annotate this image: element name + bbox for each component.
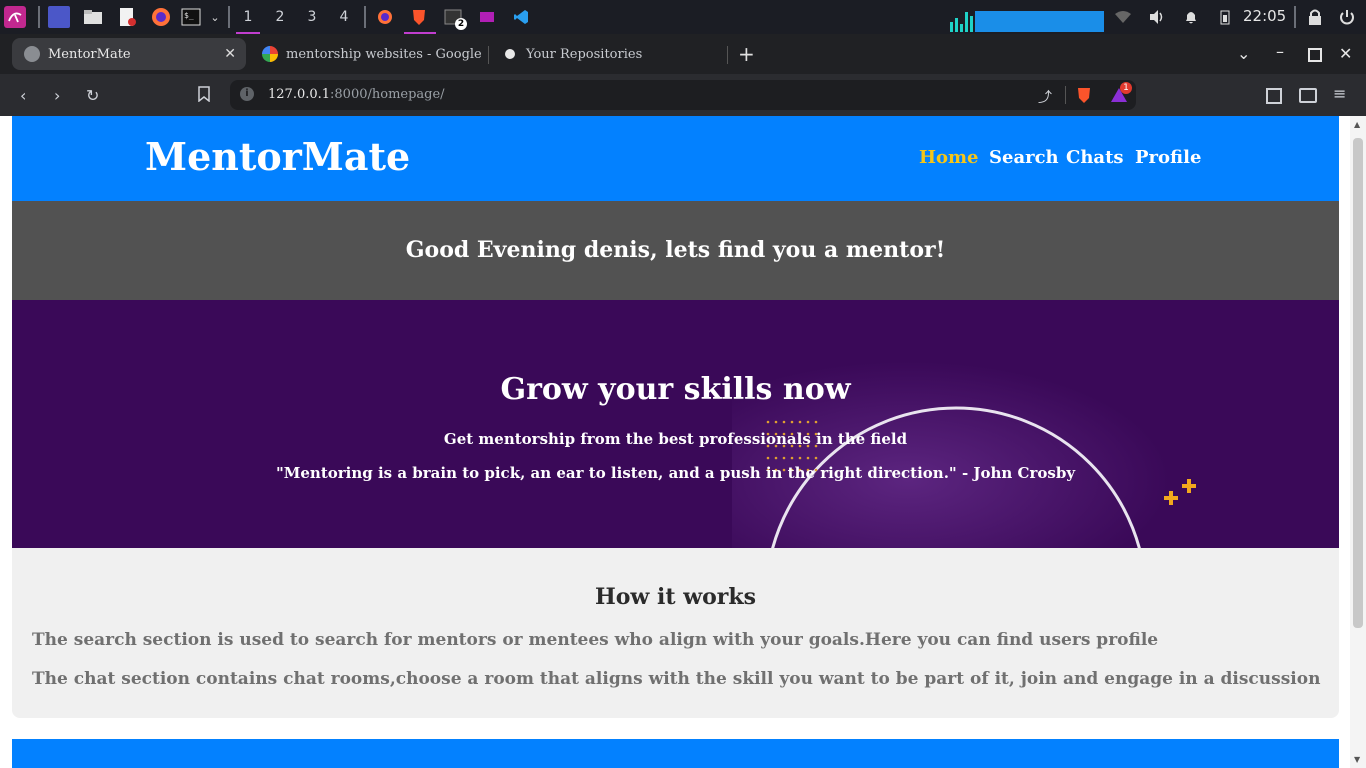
share-icon[interactable]: ⤴ <box>1038 87 1052 107</box>
tab-mentormate[interactable]: MentorMate ✕ <box>12 38 246 70</box>
taskbar-separator <box>38 6 40 28</box>
lock-icon[interactable] <box>1304 6 1326 28</box>
tab-title: Your Repositories <box>526 46 643 62</box>
rewards-count-badge: 1 <box>1120 82 1132 94</box>
os-taskbar: $_ ⌄ 1 2 3 4 2 22:05 <box>0 0 1366 34</box>
hero-section: Grow your skills now Get mentorship from… <box>12 300 1339 548</box>
workspace-1[interactable]: 1 <box>236 6 260 34</box>
bookmark-icon[interactable] <box>198 86 210 106</box>
firefox-icon[interactable] <box>150 6 172 28</box>
nav-chats[interactable]: Chats <box>1066 147 1124 168</box>
battery-icon <box>1214 6 1236 28</box>
tab-search-chevron-icon[interactable]: ⌄ <box>1237 44 1250 63</box>
folder-window-icon[interactable] <box>476 6 498 28</box>
firefox-window-icon[interactable] <box>374 6 396 28</box>
scroll-up-arrow-icon[interactable]: ▲ <box>1354 120 1360 129</box>
address-bar[interactable]: i 127.0.0.1:8000/homepage/ ⤴ 1 <box>230 80 1136 110</box>
github-icon <box>502 46 518 62</box>
scrollbar[interactable]: ▲ ▼ <box>1350 116 1366 768</box>
site-header: MentorMate Home Search Chats Profile <box>12 116 1339 201</box>
nav-profile[interactable]: Profile <box>1135 147 1201 168</box>
notification-bell-icon[interactable] <box>1180 6 1202 28</box>
wifi-icon[interactable] <box>1112 6 1134 28</box>
hero-decoration <box>766 406 1196 548</box>
wallet-icon[interactable] <box>1299 88 1317 103</box>
vscode-window-icon[interactable] <box>510 6 532 28</box>
how-it-works-title: How it works <box>594 584 757 610</box>
globe-icon <box>24 46 40 62</box>
tab-title: MentorMate <box>48 46 131 62</box>
next-section-strip <box>12 739 1339 768</box>
chevron-down-icon[interactable]: ⌄ <box>204 6 226 28</box>
svg-text:$_: $_ <box>184 11 194 20</box>
back-icon[interactable]: ‹ <box>20 86 26 105</box>
browser-toolbar: ‹ › ↻ i 127.0.0.1:8000/homepage/ ⤴ 1 ≡ <box>0 74 1366 116</box>
workspace-3[interactable]: 3 <box>300 6 324 28</box>
new-tab-plus-icon[interactable]: + <box>738 42 755 66</box>
sidebar-toggle-icon[interactable] <box>1266 88 1282 104</box>
minimize-icon[interactable]: – <box>1276 42 1284 61</box>
kali-menu-icon[interactable] <box>4 6 26 28</box>
tab-google-search[interactable]: mentorship websites - Google Se <box>250 38 482 70</box>
site-logo[interactable]: MentorMate <box>145 134 410 179</box>
brave-shields-icon[interactable] <box>1076 86 1092 108</box>
terminal-count-badge: 2 <box>455 18 467 30</box>
text-editor-icon[interactable] <box>116 6 138 28</box>
power-icon[interactable] <box>1336 6 1358 28</box>
browser-tab-strip: MentorMate ✕ mentorship websites - Googl… <box>0 34 1366 74</box>
taskbar-separator <box>364 6 366 28</box>
taskbar-separator <box>228 6 230 28</box>
nav-search[interactable]: Search <box>989 147 1059 168</box>
files-icon[interactable] <box>82 6 104 28</box>
tab-github-repos[interactable]: Your Repositories <box>490 38 726 70</box>
how-it-works-section: How it works The search section is used … <box>12 548 1339 718</box>
how-it-works-chat-text: The chat section contains chat rooms,cho… <box>32 669 1321 689</box>
desktop-icon[interactable] <box>48 6 70 28</box>
url-path: :8000/homepage/ <box>330 87 445 102</box>
tab-title: mentorship websites - Google Se <box>286 46 482 62</box>
volume-icon[interactable] <box>1146 6 1168 28</box>
terminal-icon[interactable]: $_ <box>180 6 202 28</box>
audio-visualizer <box>950 6 1104 32</box>
hero-quote: "Mentoring is a brain to pick, an ear to… <box>275 464 1076 482</box>
tab-divider <box>488 46 489 64</box>
web-page: MentorMate Home Search Chats Profile Goo… <box>0 116 1366 768</box>
clock: 22:05 <box>1243 7 1287 25</box>
hero-subtitle: Get mentorship from the best professiona… <box>443 430 908 448</box>
nav-home[interactable]: Home <box>919 147 979 168</box>
close-icon[interactable]: ✕ <box>224 46 236 62</box>
greeting-banner: Good Evening denis, lets find you a ment… <box>12 201 1339 300</box>
site-info-icon[interactable]: i <box>240 87 254 101</box>
menu-hamburger-icon[interactable]: ≡ <box>1333 84 1346 103</box>
taskbar-separator <box>1294 6 1296 28</box>
how-it-works-search-text: The search section is used to search for… <box>32 630 1159 650</box>
forward-icon[interactable]: › <box>54 86 60 105</box>
greeting-text: Good Evening denis, lets find you a ment… <box>405 237 946 263</box>
workspace-4[interactable]: 4 <box>332 6 356 28</box>
window-close-icon[interactable]: ✕ <box>1339 44 1352 63</box>
url-text: 127.0.0.1:8000/homepage/ <box>268 87 445 102</box>
workspace-2[interactable]: 2 <box>268 6 292 28</box>
google-icon <box>262 46 278 62</box>
tab-divider <box>727 46 728 64</box>
maximize-icon[interactable] <box>1308 48 1322 62</box>
scrollbar-thumb[interactable] <box>1353 138 1363 628</box>
omni-divider <box>1065 86 1066 104</box>
url-host: 127.0.0.1 <box>268 87 331 102</box>
hero-title: Grow your skills now <box>500 372 851 407</box>
brave-window-icon[interactable] <box>408 6 430 28</box>
scroll-down-arrow-icon[interactable]: ▼ <box>1354 755 1360 764</box>
reload-icon[interactable]: ↻ <box>86 86 99 105</box>
